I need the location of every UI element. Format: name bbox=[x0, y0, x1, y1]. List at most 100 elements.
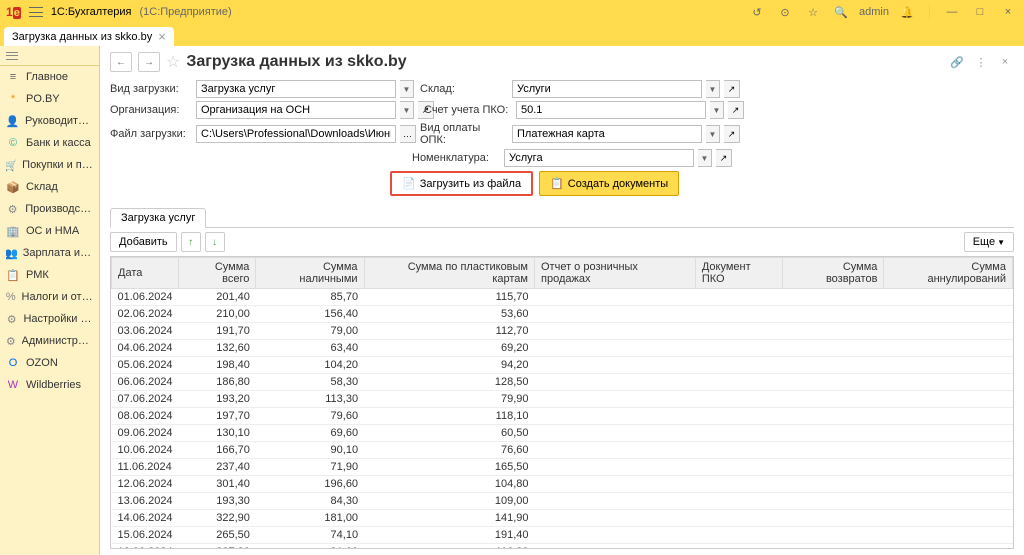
col-header[interactable]: Сумма наличными bbox=[256, 258, 364, 289]
sidebar-item-7[interactable]: 🏢ОС и НМА bbox=[0, 220, 99, 242]
table-cell bbox=[884, 425, 1013, 442]
load-from-file-button[interactable]: 📄 Загрузить из файла bbox=[390, 171, 533, 196]
sidebar-item-0[interactable]: ≡Главное bbox=[0, 66, 99, 88]
account-dropdown[interactable]: ▼ bbox=[710, 101, 724, 119]
col-header[interactable]: Отчет о розничных продажах bbox=[535, 258, 696, 289]
favorites-icon[interactable]: ☆ bbox=[803, 2, 823, 22]
table-row[interactable]: 14.06.2024322,90181,00141,90 bbox=[112, 510, 1013, 527]
warehouse-dropdown[interactable]: ▼ bbox=[706, 80, 720, 98]
col-header[interactable]: Документ ПКО bbox=[695, 258, 782, 289]
minimize-icon[interactable]: — bbox=[942, 2, 962, 22]
sidebar-item-9[interactable]: 📋РМК bbox=[0, 264, 99, 286]
table-row[interactable]: 04.06.2024132,6063,4069,20 bbox=[112, 340, 1013, 357]
table-cell bbox=[535, 391, 696, 408]
sidebar-label: Зарплата и кадры bbox=[23, 247, 93, 259]
more-icon[interactable]: ⋮ bbox=[972, 56, 990, 69]
table-row[interactable]: 09.06.2024130,1069,6060,50 bbox=[112, 425, 1013, 442]
sidebar-label: Администрирование bbox=[22, 335, 93, 347]
create-documents-button[interactable]: 📋 Создать документы bbox=[539, 171, 679, 196]
sidebar-item-5[interactable]: 📦Склад bbox=[0, 176, 99, 198]
link-icon[interactable]: 🔗 bbox=[948, 56, 966, 69]
col-header[interactable]: Сумма всего bbox=[179, 258, 256, 289]
table-row[interactable]: 11.06.2024237,4071,90165,50 bbox=[112, 459, 1013, 476]
table-cell: 71,90 bbox=[256, 459, 364, 476]
table-row[interactable]: 06.06.2024186,8058,30128,50 bbox=[112, 374, 1013, 391]
nav-forward-button[interactable]: → bbox=[138, 52, 160, 72]
table-cell: 301,40 bbox=[179, 476, 256, 493]
col-header[interactable]: Сумма возвратов bbox=[782, 258, 883, 289]
table-row[interactable]: 08.06.2024197,7079,60118,10 bbox=[112, 408, 1013, 425]
sidebar-item-6[interactable]: ⚙Производство bbox=[0, 198, 99, 220]
org-input[interactable] bbox=[196, 101, 396, 119]
table-cell bbox=[884, 391, 1013, 408]
sidebar-item-10[interactable]: %Налоги и отчетность bbox=[0, 286, 99, 308]
table-cell: 63,40 bbox=[256, 340, 364, 357]
col-header[interactable]: Сумма по пластиковым картам bbox=[364, 258, 534, 289]
history-icon[interactable]: ⊙ bbox=[775, 2, 795, 22]
table-cell: 104,20 bbox=[256, 357, 364, 374]
nomen-open[interactable]: ↗ bbox=[716, 149, 732, 167]
maximize-icon[interactable]: □ bbox=[970, 2, 990, 22]
table-row[interactable]: 10.06.2024166,7090,1076,60 bbox=[112, 442, 1013, 459]
table-row[interactable]: 02.06.2024210,00156,4053,60 bbox=[112, 306, 1013, 323]
sidebar-toggle[interactable] bbox=[0, 46, 99, 66]
more-button[interactable]: Еще ▼ bbox=[964, 232, 1014, 252]
page-close-icon[interactable]: × bbox=[996, 56, 1014, 68]
table-cell bbox=[782, 459, 883, 476]
file-browse[interactable]: … bbox=[400, 125, 416, 143]
nomen-dropdown[interactable]: ▼ bbox=[698, 149, 712, 167]
col-header[interactable]: Сумма аннулирований bbox=[884, 258, 1013, 289]
sidebar-item-14[interactable]: WWildberries bbox=[0, 374, 99, 396]
table-cell bbox=[782, 289, 883, 306]
sidebar-item-11[interactable]: ⚙Настройки учета bbox=[0, 308, 99, 330]
sidebar-item-13[interactable]: OOZON bbox=[0, 352, 99, 374]
tab-close-icon[interactable]: × bbox=[158, 30, 166, 43]
table-row[interactable]: 01.06.2024201,4085,70115,70 bbox=[112, 289, 1013, 306]
warehouse-input[interactable] bbox=[512, 80, 702, 98]
table-cell bbox=[535, 425, 696, 442]
nomen-input[interactable] bbox=[504, 149, 694, 167]
sidebar-item-8[interactable]: 👥Зарплата и кадры bbox=[0, 242, 99, 264]
warehouse-open[interactable]: ↗ bbox=[724, 80, 740, 98]
table-row[interactable]: 12.06.2024301,40196,60104,80 bbox=[112, 476, 1013, 493]
search-icon[interactable]: 🔍 bbox=[831, 2, 851, 22]
table-row[interactable]: 16.06.2024207,2091,00116,20 bbox=[112, 544, 1013, 550]
refresh-icon[interactable]: ↺ bbox=[747, 2, 767, 22]
table-row[interactable]: 03.06.2024191,7079,00112,70 bbox=[112, 323, 1013, 340]
account-input[interactable] bbox=[516, 101, 706, 119]
payment-input[interactable] bbox=[512, 125, 702, 143]
table-row[interactable]: 13.06.2024193,3084,30109,00 bbox=[112, 493, 1013, 510]
payment-dropdown[interactable]: ▼ bbox=[706, 125, 720, 143]
sidebar-item-3[interactable]: ©Банк и касса bbox=[0, 132, 99, 154]
table-row[interactable]: 15.06.2024265,5074,10191,40 bbox=[112, 527, 1013, 544]
bell-icon[interactable]: 🔔 bbox=[897, 2, 917, 22]
org-dropdown[interactable]: ▼ bbox=[400, 101, 414, 119]
table-row[interactable]: 07.06.2024193,20113,3079,90 bbox=[112, 391, 1013, 408]
favorite-star-icon[interactable]: ☆ bbox=[166, 52, 180, 72]
col-header[interactable]: Дата bbox=[112, 258, 179, 289]
sidebar-icon: ⚙ bbox=[6, 202, 19, 216]
active-tab[interactable]: Загрузка данных из skko.by × bbox=[4, 27, 174, 46]
add-button[interactable]: Добавить bbox=[110, 232, 177, 252]
close-icon[interactable]: × bbox=[998, 2, 1018, 22]
sidebar-item-12[interactable]: ⚙Администрирование bbox=[0, 330, 99, 352]
sidebar-item-1[interactable]: *PO.BY bbox=[0, 88, 99, 110]
load-type-input[interactable] bbox=[196, 80, 396, 98]
file-input[interactable] bbox=[196, 125, 396, 143]
sidebar-item-4[interactable]: 🛒Покупки и продажи bbox=[0, 154, 99, 176]
user-label[interactable]: admin bbox=[859, 6, 889, 18]
account-open[interactable]: ↗ bbox=[728, 101, 744, 119]
load-type-dropdown[interactable]: ▼ bbox=[400, 80, 414, 98]
sidebar-label: PO.BY bbox=[26, 93, 60, 105]
move-down-button[interactable]: ↓ bbox=[205, 232, 225, 252]
table-cell: 181,00 bbox=[256, 510, 364, 527]
nav-back-button[interactable]: ← bbox=[110, 52, 132, 72]
move-up-button[interactable]: ↑ bbox=[181, 232, 201, 252]
payment-open[interactable]: ↗ bbox=[724, 125, 740, 143]
sidebar-item-2[interactable]: 👤Руководителю bbox=[0, 110, 99, 132]
table-cell: 132,60 bbox=[179, 340, 256, 357]
subtab-load-services[interactable]: Загрузка услуг bbox=[110, 208, 206, 228]
table-cell bbox=[695, 459, 782, 476]
table-row[interactable]: 05.06.2024198,40104,2094,20 bbox=[112, 357, 1013, 374]
menu-icon[interactable] bbox=[29, 7, 43, 17]
